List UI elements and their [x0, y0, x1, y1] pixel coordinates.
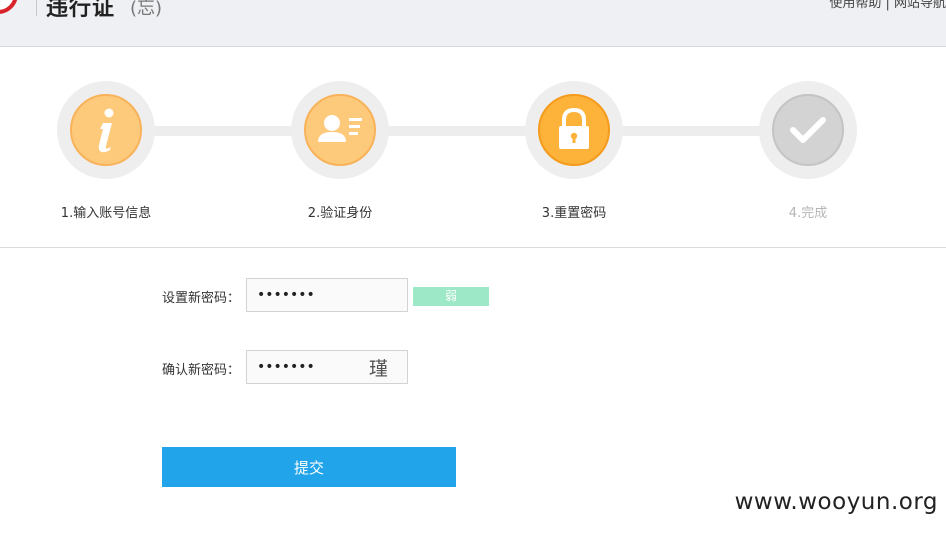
- site-title: 违行证: [46, 0, 116, 21]
- step-2: [291, 81, 389, 179]
- confirm-password-label: 确认新密码：: [162, 363, 241, 378]
- section-divider: [0, 247, 946, 248]
- step-1: [57, 81, 155, 179]
- progress-stepper: 1.输入账号信息 2.验证身份 3.重置密码 4.完成: [0, 47, 946, 247]
- new-password-input[interactable]: [246, 278, 408, 312]
- password-strength-badge: 弱: [413, 287, 489, 306]
- site-logo[interactable]: [0, 0, 18, 14]
- step-1-badge: [70, 94, 142, 166]
- stepper-track: [106, 126, 808, 136]
- new-password-label: 设置新密码：: [162, 291, 241, 306]
- step-4-label: 4.完成: [788, 206, 828, 221]
- step-2-label: 2.验证身份: [307, 206, 373, 221]
- checkmark-icon: [790, 117, 826, 143]
- step-3-badge: [538, 94, 610, 166]
- watermark: www.wooyun.org: [734, 489, 938, 515]
- step-4: [759, 81, 857, 179]
- header-links[interactable]: 使用帮助 | 网站导航: [829, 0, 946, 11]
- submit-button[interactable]: 提交: [162, 447, 456, 487]
- id-card-icon: [318, 115, 362, 142]
- step-4-badge: [772, 94, 844, 166]
- site-subtitle: (忘): [130, 0, 163, 19]
- top-header: 违行证 (忘) 使用帮助 | 网站导航: [0, 0, 946, 47]
- step-2-badge: [304, 94, 376, 166]
- step-1-label: 1.输入账号信息: [60, 206, 152, 221]
- step-3-label: 3.重置密码: [541, 206, 607, 221]
- step-3: [525, 81, 623, 179]
- header-divider: [36, 0, 37, 16]
- info-icon: [98, 108, 114, 153]
- ime-candidate-glyph: 瑾: [369, 358, 389, 380]
- lock-icon: [559, 107, 589, 149]
